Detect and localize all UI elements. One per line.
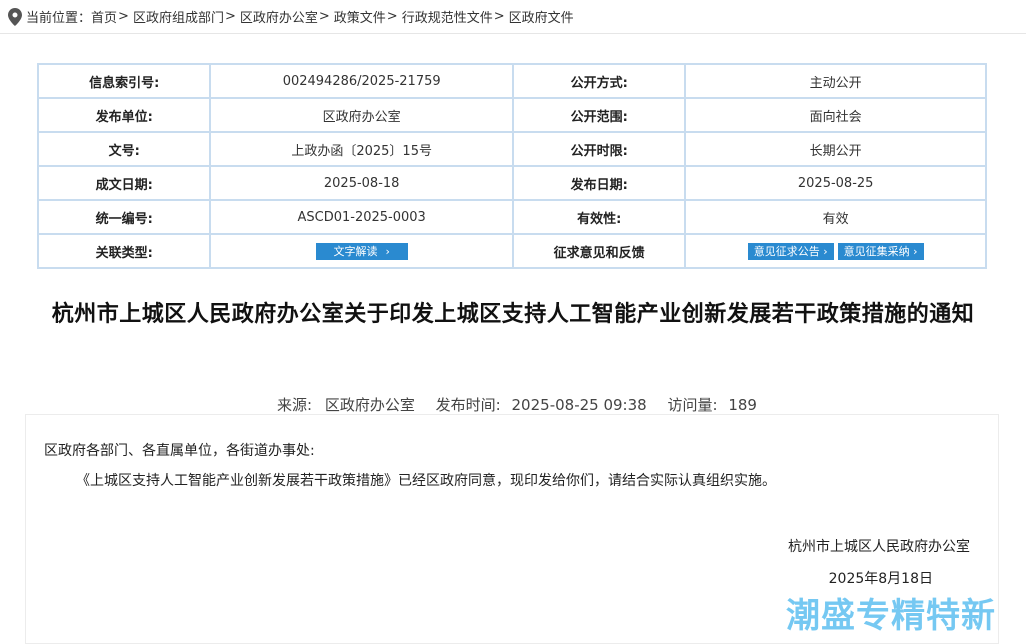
related-type-label: 关联类型: [36,233,212,269]
salutation: 区政府各部门、各直属单位，各街道办事处: [44,443,315,459]
breadcrumb-policy-files[interactable]: 政策文件 [334,7,386,26]
disclosure-period-label: 公开时限: [511,131,687,167]
table-row: 统一编号: ASCD01-2025-0003 有效性: 有效 [36,199,987,235]
table-row: 发布单位: 区政府办公室 公开范围: 面向社会 [36,97,987,133]
views-group: 访问量: 189 [667,396,756,414]
breadcrumb-home[interactable]: 首页 [91,7,117,26]
table-row: 信息索引号: 002494286/2025-21759 公开方式: 主动公开 [36,63,987,99]
publish-date-value: 2025-08-25 [684,165,987,201]
text-interpretation-button[interactable]: 文字解读 › [315,242,408,260]
disclosure-method-label: 公开方式: [511,63,687,99]
table-row: 成文日期: 2025-08-18 发布日期: 2025-08-25 [36,165,987,201]
index-number-value: 002494286/2025-21759 [209,63,514,99]
doc-number-value: 上政办函〔2025〕15号 [209,131,514,167]
source-label: 来源: [277,396,313,414]
publish-date-label: 发布日期: [511,165,687,201]
breadcrumb-separator: > [224,9,236,24]
chevron-right-icon: › [823,244,828,258]
disclosure-method-value: 主动公开 [684,63,987,99]
views-label: 访问量: [667,396,718,414]
unified-number-label: 统一编号: [36,199,212,235]
index-number-label: 信息索引号: [36,63,212,99]
written-date-value: 2025-08-18 [209,165,514,201]
chevron-right-icon: › [385,244,390,258]
source-group: 来源: 区政府办公室 [269,396,415,414]
disclosure-period-value: 长期公开 [684,131,987,167]
breadcrumb-separator: > [318,9,330,24]
table-row: 关联类型: 文字解读 › 征求意见和反馈 意见征求公告 › 意见征集采纳 › [36,233,987,269]
publisher-label: 发布单位: [36,97,212,133]
signature-date: 2025年8月18日 [828,571,933,587]
map-pin-icon [8,7,22,26]
opinion-notice-button[interactable]: 意见征求公告 › [747,242,834,260]
article-meta: 来源: 区政府办公室 发布时间: 2025-08-25 09:38 访问量: 1… [0,394,1026,415]
breadcrumb-separator: > [493,9,505,24]
opinion-notice-label: 意见征求公告 [753,244,820,258]
opinion-adoption-button[interactable]: 意见征集采纳 › [837,242,924,260]
opinion-adoption-label: 意见征集采纳 [843,244,910,258]
views-count: 189 [728,396,757,414]
breadcrumb-departments[interactable]: 区政府组成部门 [133,7,224,26]
disclosure-scope-value: 面向社会 [684,97,987,133]
validity-value: 有效 [684,199,987,235]
breadcrumb-separator: > [118,9,129,24]
validity-label: 有效性: [511,199,687,235]
written-date-label: 成文日期: [36,165,212,201]
feedback-value: 意见征求公告 › 意见征集采纳 › [684,233,987,269]
breadcrumb-district-files[interactable]: 区政府文件 [509,7,574,26]
table-row: 文号: 上政办函〔2025〕15号 公开时限: 长期公开 [36,131,987,167]
source-value: 区政府办公室 [324,396,415,414]
document-info-table: 信息索引号: 002494286/2025-21759 公开方式: 主动公开 发… [36,63,987,269]
breadcrumb: 当前位置： 首页 > 区政府组成部门 > 区政府办公室 > 政策文件 > 行政规范性文件… [0,0,1026,34]
text-interpretation-label: 文字解读 [333,244,378,258]
unified-number-value: ASCD01-2025-0003 [209,199,514,235]
chevron-right-icon: › [913,244,918,258]
disclosure-scope-label: 公开范围: [511,97,687,133]
breadcrumb-separator: > [386,9,398,24]
signature-organization: 杭州市上城区人民政府办公室 [788,539,970,555]
publish-time-label: 发布时间: [435,396,501,414]
publish-time-value: 2025-08-25 09:38 [511,396,647,414]
breadcrumb-label: 当前位置： [26,11,92,26]
breadcrumb-normative-files[interactable]: 行政规范性文件 [402,7,493,26]
feedback-label: 征求意见和反馈 [511,233,687,269]
body-paragraph: 《上城区支持人工智能产业创新发展若干政策措施》已经区政府同意，现印发给你们，请结… [76,473,776,489]
time-group: 发布时间: 2025-08-25 09:38 [436,396,647,414]
article-title: 杭州市上城区人民政府办公室关于印发上城区支持人工智能产业创新发展若干政策措施的通… [51,302,975,327]
related-type-value: 文字解读 › [209,233,514,269]
breadcrumb-office[interactable]: 区政府办公室 [240,7,318,26]
publisher-value: 区政府办公室 [209,97,514,133]
doc-number-label: 文号: [36,131,212,167]
